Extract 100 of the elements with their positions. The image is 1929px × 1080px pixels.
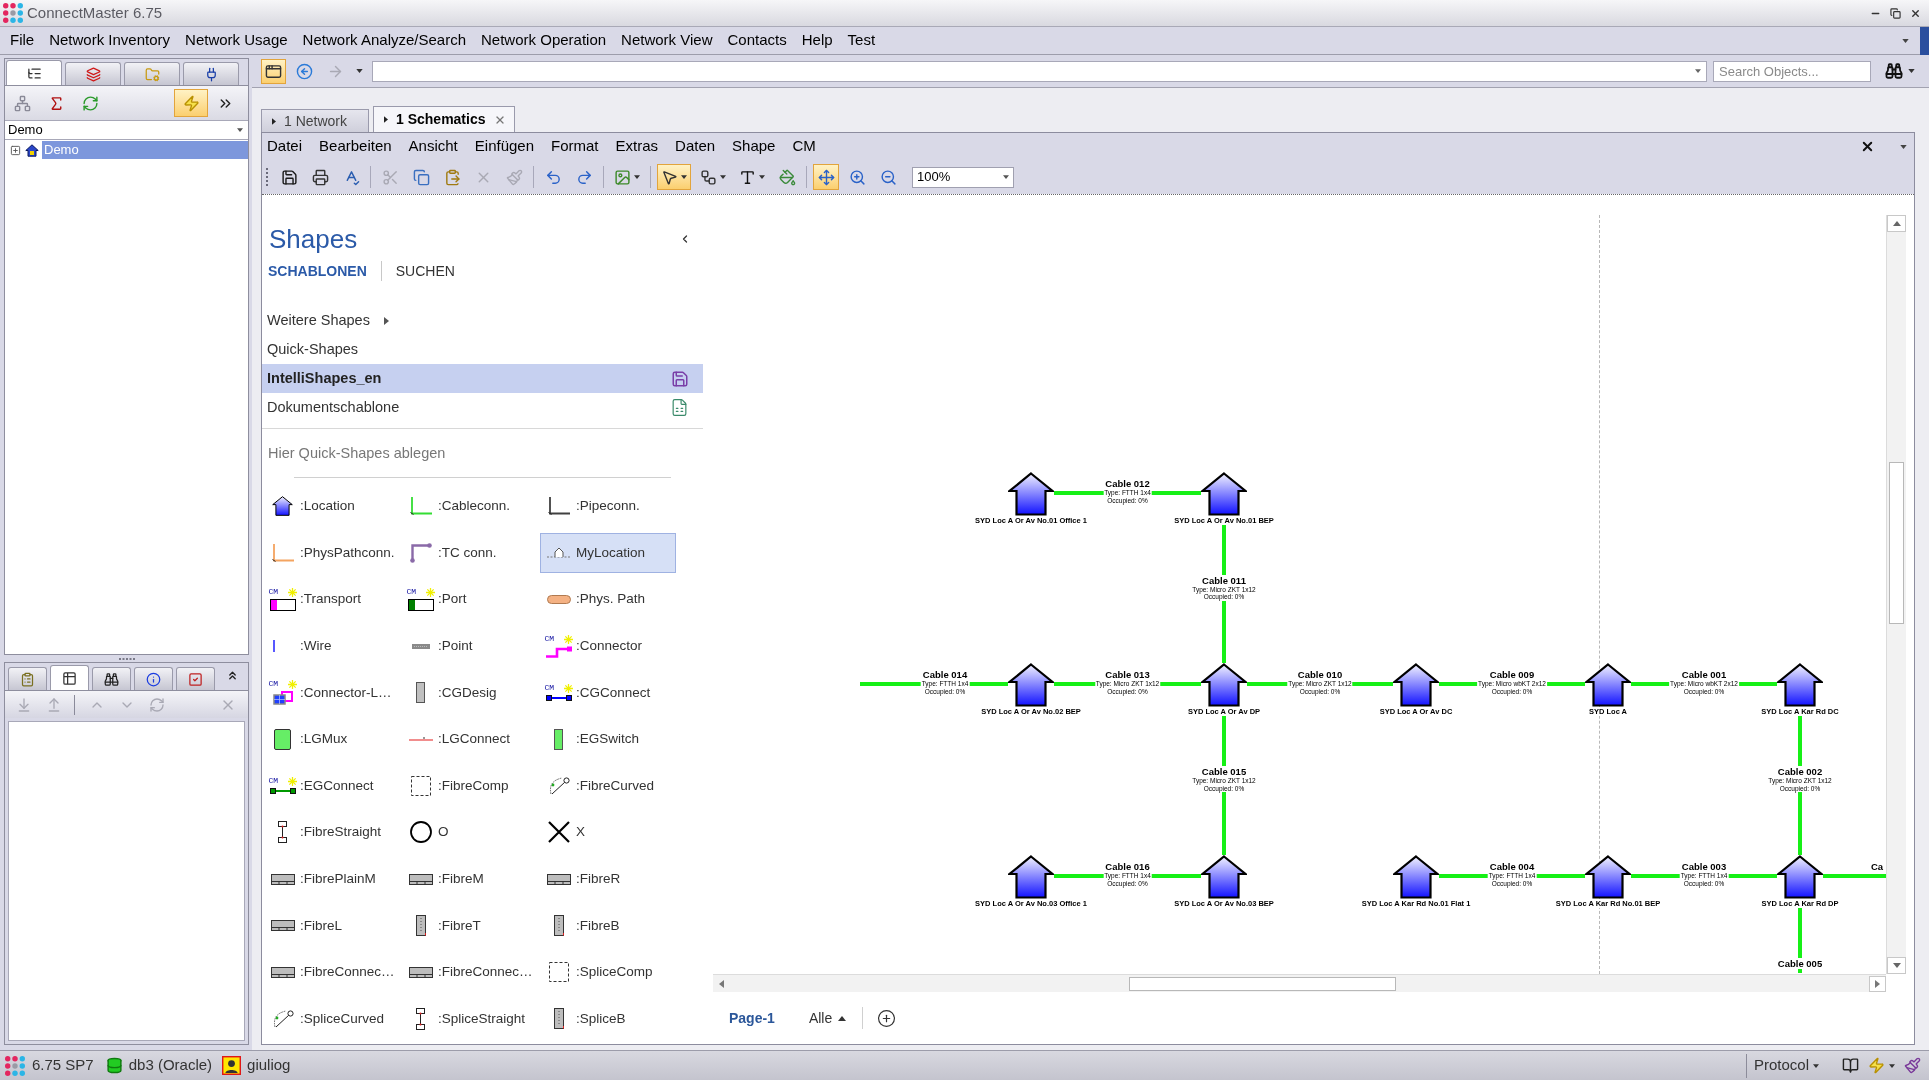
grip-icon[interactable] bbox=[118, 657, 135, 660]
page-filter-button[interactable]: Alle bbox=[808, 1007, 847, 1029]
caret-icon bbox=[1900, 144, 1907, 149]
stencil-item[interactable]: Dokumentschablone bbox=[262, 393, 703, 422]
protocol-button[interactable]: Protocol bbox=[1745, 1053, 1819, 1078]
close-icon[interactable] bbox=[1860, 139, 1875, 154]
palette-item[interactable]: :FibreL bbox=[264, 905, 400, 946]
menu-item[interactable]: Datei bbox=[263, 135, 307, 158]
menu-item[interactable]: Network Inventory bbox=[43, 28, 177, 53]
pointer-button[interactable] bbox=[657, 164, 691, 190]
palette-item[interactable]: :SpliceComp bbox=[540, 952, 676, 993]
palette-item[interactable]: :FibreCurved bbox=[540, 765, 676, 806]
palette-item[interactable]: :Location bbox=[264, 486, 400, 527]
palette-item[interactable]: CM :Transport bbox=[264, 579, 400, 620]
scroll-right-button[interactable] bbox=[1869, 975, 1886, 992]
palette-item[interactable]: :FibreComp bbox=[402, 765, 538, 806]
menu-item[interactable]: Format bbox=[547, 135, 603, 158]
palette-item[interactable]: MyLocation bbox=[540, 532, 676, 573]
palette-item[interactable]: CM :CGConnect bbox=[540, 672, 676, 713]
palette-item[interactable]: :SpliceB bbox=[540, 998, 676, 1039]
menu-item[interactable]: Ansicht bbox=[404, 135, 462, 158]
menu-item[interactable]: Network Operation bbox=[475, 28, 613, 53]
close-icon[interactable] bbox=[1910, 7, 1921, 19]
palette-item[interactable]: :TC conn. bbox=[402, 532, 538, 573]
palette-item[interactable]: CM :Connector bbox=[540, 626, 676, 667]
palette-item[interactable]: O bbox=[402, 812, 538, 853]
panel-tab[interactable] bbox=[183, 62, 239, 85]
palette-item[interactable]: :FibreM bbox=[402, 859, 538, 900]
palette-item[interactable]: :Pipeconn. bbox=[540, 486, 676, 527]
menu-item[interactable]: Network View bbox=[615, 28, 719, 53]
expand-icon[interactable] bbox=[10, 144, 21, 156]
restore-icon[interactable] bbox=[1890, 7, 1901, 19]
stencil-item[interactable]: Weitere Shapes bbox=[262, 306, 703, 335]
palette-item[interactable]: :LGMux bbox=[264, 719, 400, 760]
menu-item[interactable]: Help bbox=[795, 28, 839, 53]
panel-tab[interactable]: SCHABLONEN bbox=[268, 260, 367, 282]
add-icon[interactable] bbox=[877, 1008, 897, 1028]
palette-item[interactable]: :PhysPathconn. bbox=[264, 532, 400, 573]
palette-item[interactable]: :LGConnect bbox=[402, 719, 538, 760]
scrollbar-thumb[interactable] bbox=[1889, 462, 1904, 624]
pan-button[interactable] bbox=[813, 164, 839, 190]
menu-item[interactable]: CM bbox=[788, 135, 820, 158]
palette-item[interactable]: CM :Connector-L… bbox=[264, 672, 400, 713]
palette-item[interactable]: :FibreT bbox=[402, 905, 538, 946]
window-button[interactable] bbox=[261, 58, 286, 84]
panel-tab[interactable] bbox=[50, 665, 89, 690]
database-label: db3 (Oracle) bbox=[128, 1055, 213, 1076]
menu-item[interactable]: Extras bbox=[611, 135, 663, 158]
palette-item[interactable]: :SpliceCurved bbox=[264, 998, 400, 1039]
menu-item[interactable]: Daten bbox=[671, 135, 720, 158]
stencil-item[interactable]: Quick-Shapes bbox=[262, 335, 703, 364]
text-icon bbox=[739, 168, 756, 186]
palette-item[interactable]: :FibreConnec… bbox=[264, 952, 400, 993]
palette-item[interactable]: :EGSwitch bbox=[540, 719, 676, 760]
zoom-combo[interactable]: 100% bbox=[912, 166, 1014, 188]
palette-item[interactable]: :SpliceStraight bbox=[402, 998, 538, 1039]
palette-item[interactable]: :FibreR bbox=[540, 859, 676, 900]
palette-item[interactable]: :FibreB bbox=[540, 905, 676, 946]
menu-item[interactable]: Bearbeiten bbox=[315, 135, 396, 158]
palette-item[interactable]: :Phys. Path bbox=[540, 579, 676, 620]
palette-item[interactable]: :Wire bbox=[264, 626, 400, 667]
document-tab[interactable]: 1 Network bbox=[261, 109, 369, 132]
palette-item[interactable]: X bbox=[540, 812, 676, 853]
paintbrush-icon[interactable] bbox=[1904, 1057, 1921, 1074]
palette-item[interactable]: :FibreConnec… bbox=[402, 952, 538, 993]
palette-item[interactable]: CM :Port bbox=[402, 579, 538, 620]
palette-item[interactable]: :FibrePlainM bbox=[264, 859, 400, 900]
scroll-up-button[interactable] bbox=[1887, 215, 1906, 232]
panel-tab[interactable] bbox=[6, 60, 62, 85]
menu-item[interactable]: Test bbox=[841, 28, 882, 53]
book-icon[interactable] bbox=[1842, 1057, 1859, 1074]
menu-item[interactable]: Contacts bbox=[721, 28, 793, 53]
vertical-scrollbar[interactable] bbox=[1886, 215, 1906, 974]
stencil-item[interactable]: IntelliShapes_en bbox=[262, 364, 703, 393]
palette-item[interactable]: :Point bbox=[402, 626, 538, 667]
menu-item[interactable]: File bbox=[4, 28, 41, 53]
cm-label: CM bbox=[544, 684, 555, 693]
document-tab[interactable]: 1 Schematics bbox=[373, 106, 515, 132]
palette-item[interactable]: :FibreStraight bbox=[264, 812, 400, 853]
address-combo[interactable] bbox=[372, 60, 1707, 82]
page-tab[interactable]: Page-1 bbox=[729, 1007, 775, 1029]
search-field[interactable]: Search Objects... bbox=[1713, 60, 1871, 82]
panel-tab[interactable] bbox=[134, 667, 173, 690]
menu-item[interactable]: Network Usage bbox=[179, 28, 294, 53]
panel-tab[interactable]: SUCHEN bbox=[395, 260, 455, 282]
horizontal-scrollbar[interactable] bbox=[713, 974, 1886, 992]
binoculars-button[interactable] bbox=[1885, 62, 1915, 80]
double-chevron-up-icon[interactable] bbox=[226, 669, 239, 682]
palette-item[interactable]: :CGDesig bbox=[402, 672, 538, 713]
scope-combo[interactable]: Demo bbox=[5, 120, 248, 140]
menu-item[interactable]: Einfügen bbox=[470, 135, 538, 158]
panel-tab[interactable] bbox=[92, 667, 131, 690]
menu-item[interactable]: Network Analyze/Search bbox=[296, 28, 473, 53]
palette-item[interactable]: :Cableconn. bbox=[402, 486, 538, 527]
scroll-down-button[interactable] bbox=[1887, 957, 1906, 974]
menu-item[interactable]: Shape bbox=[728, 135, 780, 158]
lightning-icon[interactable] bbox=[1868, 1057, 1885, 1074]
scrollbar-thumb[interactable] bbox=[1129, 976, 1396, 991]
palette-item[interactable]: CM :EGConnect bbox=[264, 765, 400, 806]
house-marker-icon bbox=[546, 547, 571, 559]
